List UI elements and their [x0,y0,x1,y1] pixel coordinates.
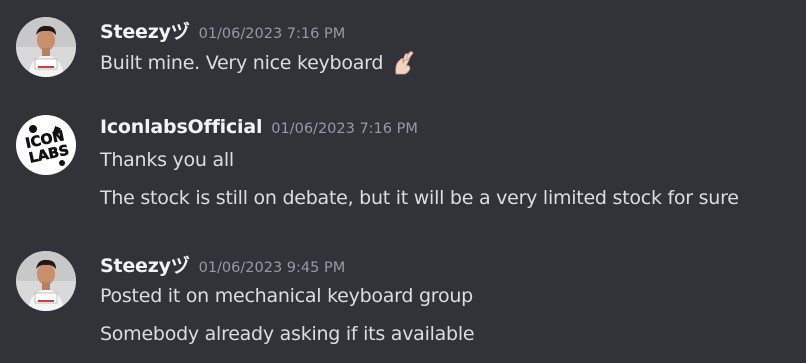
message-text: Posted it on mechanical keyboard group [100,285,473,307]
message-header: IconlabsOfficial 01/06/2023 7:16 PM [100,116,418,138]
message-text: Somebody already asking if its available [100,323,475,345]
message-content: The stock is still on debate, but it wil… [100,187,739,209]
timestamp[interactable]: 01/06/2023 7:16 PM [199,26,346,42]
user-photo-avatar-icon [16,251,76,311]
crossed-fingers-heart-emoji-icon[interactable] [391,50,417,76]
message-header: Steezyヅ 01/06/2023 9:45 PM [100,251,345,278]
user-avatar[interactable] [16,17,76,77]
message-content: Posted it on mechanical keyboard group [100,285,473,307]
author-name[interactable]: IconlabsOfficial [100,116,262,138]
author-name[interactable]: Steezyヅ [100,17,190,44]
message-header: Steezyヅ 01/06/2023 7:16 PM [100,17,345,44]
user-avatar[interactable] [16,251,76,311]
message-content: Somebody already asking if its available [100,323,475,345]
timestamp[interactable]: 01/06/2023 9:45 PM [199,260,346,276]
message-text: Thanks you all [100,149,234,171]
timestamp[interactable]: 01/06/2023 7:16 PM [271,121,418,137]
iconlabs-logo-avatar-icon: ICON LABS [16,115,76,175]
message-content: Built mine. Very nice keyboard [100,50,417,76]
user-photo-avatar-icon [16,17,76,77]
user-avatar[interactable]: ICON LABS [16,115,76,175]
message-text: Built mine. Very nice keyboard [100,52,384,74]
message-content: Thanks you all [100,149,234,171]
message-text: The stock is still on debate, but it wil… [100,187,739,209]
author-name[interactable]: Steezyヅ [100,251,190,278]
